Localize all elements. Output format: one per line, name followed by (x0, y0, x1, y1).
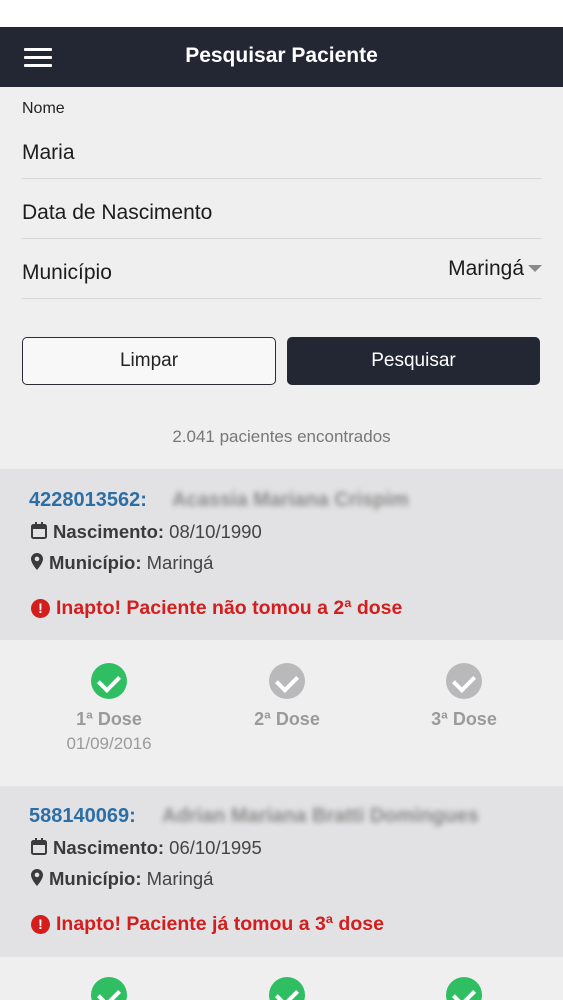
clear-button[interactable]: Limpar (22, 337, 276, 385)
alert-icon: ! (31, 599, 50, 618)
patient-name: Acassia Mariana Crispim (172, 489, 409, 511)
result-count: 2.041 pacientes encontrados (172, 427, 391, 446)
municipality-value: Maringá (146, 868, 214, 889)
municipality-value: Maringá (146, 552, 214, 573)
dose-status-row: 1ª Dose 01/09/2016 2ª Dose 3ª Dose (0, 640, 563, 764)
dose-item (207, 977, 367, 1000)
birth-value: 06/10/1995 (169, 837, 262, 858)
municipality-label: Município (22, 261, 112, 284)
dose-date: 01/09/2016 (66, 734, 152, 753)
checkmark-icon (446, 977, 482, 1000)
patient-card[interactable]: 588140069: Adrian Mariana Bratti Domingu… (0, 786, 563, 957)
birth-date-placeholder: Data de Nascimento (22, 201, 213, 224)
checkmark-icon (269, 663, 305, 699)
checkmark-icon (91, 977, 127, 1000)
ineligible-alert: ! Inapto! Paciente não tomou a 2ª dose (31, 597, 402, 620)
birth-value: 08/10/1990 (169, 521, 262, 542)
municipality-row: Município: Maringá (31, 552, 213, 575)
name-field-label: Nome (22, 100, 65, 117)
dose-item: 1ª Dose 01/09/2016 (29, 663, 189, 754)
patient-id: 4228013562: (29, 489, 147, 511)
birth-date-row: Nascimento: 08/10/1990 (31, 521, 262, 544)
checkmark-icon (269, 977, 305, 1000)
dose-item: 3ª Dose (384, 663, 544, 730)
calendar-icon (31, 522, 47, 544)
municipality-label: Município: (49, 868, 142, 889)
municipality-select[interactable]: Município Maringá (22, 239, 542, 299)
dose-item: 2ª Dose (207, 663, 367, 730)
chevron-down-icon (528, 265, 542, 272)
patient-id: 588140069: (29, 805, 136, 827)
dose-label: 3ª Dose (431, 709, 497, 729)
location-pin-icon (31, 869, 43, 891)
checkmark-icon (91, 663, 127, 699)
municipality-row: Município: Maringá (31, 868, 213, 891)
alert-text: Inapto! Paciente já tomou a 3ª dose (56, 913, 384, 935)
dose-status-row (0, 957, 563, 1000)
location-pin-icon (31, 553, 43, 575)
name-input[interactable]: Maria (22, 119, 542, 179)
dose-label: 1ª Dose (76, 709, 142, 729)
alert-text: Inapto! Paciente não tomou a 2ª dose (56, 597, 403, 619)
patient-card[interactable]: 4228013562: Acassia Mariana Crispim Nasc… (0, 469, 563, 640)
birth-date-row: Nascimento: 06/10/1995 (31, 837, 262, 860)
dose-item (384, 977, 544, 1000)
patient-name: Adrian Mariana Bratti Domingues (162, 805, 479, 827)
ineligible-alert: ! Inapto! Paciente já tomou a 3ª dose (31, 913, 384, 936)
alert-icon: ! (31, 915, 50, 934)
app-screen: Pesquisar Paciente Nome Maria Data de Na… (0, 0, 563, 1000)
checkmark-icon (446, 663, 482, 699)
birth-label: Nascimento: (53, 837, 165, 858)
page-title: Pesquisar Paciente (185, 44, 378, 67)
status-area (0, 0, 563, 27)
birth-label: Nascimento: (53, 521, 165, 542)
calendar-icon (31, 838, 47, 860)
name-input-value: Maria (22, 141, 75, 164)
app-header: Pesquisar Paciente (0, 27, 563, 87)
birth-date-field[interactable]: Data de Nascimento (22, 179, 542, 239)
dose-item (29, 977, 189, 1000)
search-button[interactable]: Pesquisar (287, 337, 540, 385)
municipality-selected-value: Maringá (448, 257, 524, 280)
dose-label: 2ª Dose (254, 709, 320, 729)
municipality-label: Município: (49, 552, 142, 573)
